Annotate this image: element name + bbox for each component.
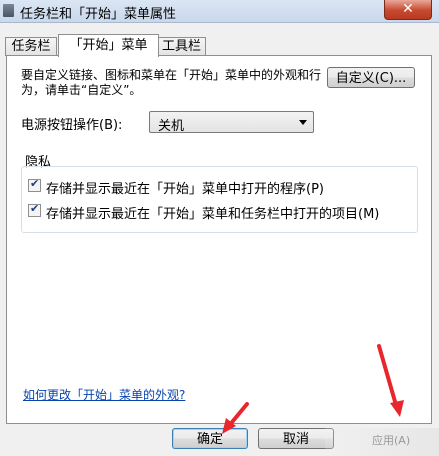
annotation-arrow-ok: [222, 402, 249, 434]
annotation-arrow-apply: [377, 344, 404, 417]
annotation-arrows: [222, 344, 404, 434]
tab-start-menu[interactable]: 「开始」菜单: [58, 34, 159, 57]
